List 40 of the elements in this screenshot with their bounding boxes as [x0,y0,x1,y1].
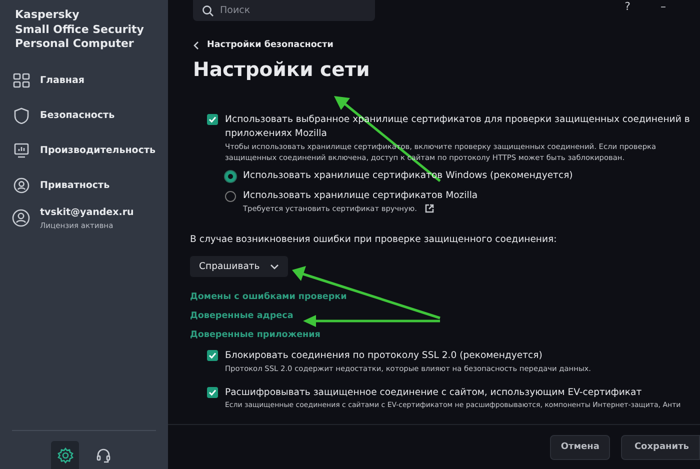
grid-icon [13,72,30,88]
action-dropdown[interactable]: Спрашивать [190,256,288,277]
app-title: Kaspersky [15,8,80,22]
settings-link[interactable]: Доверенные адреса [190,311,700,321]
chevron-down-icon [270,264,279,270]
option-label: Блокировать соединения по протоколу SSL 2.0 (рекомендуется) [225,349,544,363]
window-control[interactable]: – [660,0,666,13]
search-input[interactable]: Поиск [220,2,370,20]
checkbox[interactable] [207,350,218,361]
option-label: Расшифровывать защищенное соединение с сайтом, использующим EV-сертификат [225,386,643,400]
page-title: Настройки сети [193,57,371,83]
window-control[interactable]: ? [624,0,630,13]
option-label: Использовать хранилище сертификатов Mozilla [243,189,478,203]
settings-link[interactable]: Доверенные приложения [190,330,700,340]
nav-item[interactable]: Производительность [0,132,168,168]
nav-item[interactable]: Приватность [0,168,168,202]
settings-link[interactable]: Домены с ошибками проверки [190,292,700,302]
settings-button[interactable] [51,441,79,469]
cancel-button[interactable]: Отмена [550,434,610,460]
account-icon [12,209,30,227]
shield-icon [13,106,30,124]
search-icon [202,4,214,16]
section-label: В случае возникновения ошибки при проверке защищенного соединения: [190,234,558,245]
monitor-icon [13,142,30,158]
app-title: Personal Computer [15,37,135,52]
nav-item[interactable]: Главная [0,62,168,98]
search-field[interactable]: Поиск [193,0,375,21]
checkbox[interactable] [207,114,218,125]
chevron-left-icon [193,40,199,50]
back-link[interactable]: Настройки безопасности [193,40,700,50]
radio-button[interactable] [225,171,236,182]
nav-item[interactable]: Безопасность [0,98,168,132]
checkbox[interactable] [207,387,218,398]
radio-button[interactable] [225,191,236,202]
settings-icon [56,446,74,464]
app-title: Small Office Security [15,22,145,37]
account-email[interactable]: tvskit@yandex.ru [40,206,134,218]
save-button[interactable]: Сохранить [621,434,700,460]
user-badge-icon [13,176,30,194]
headset-icon [94,446,112,464]
